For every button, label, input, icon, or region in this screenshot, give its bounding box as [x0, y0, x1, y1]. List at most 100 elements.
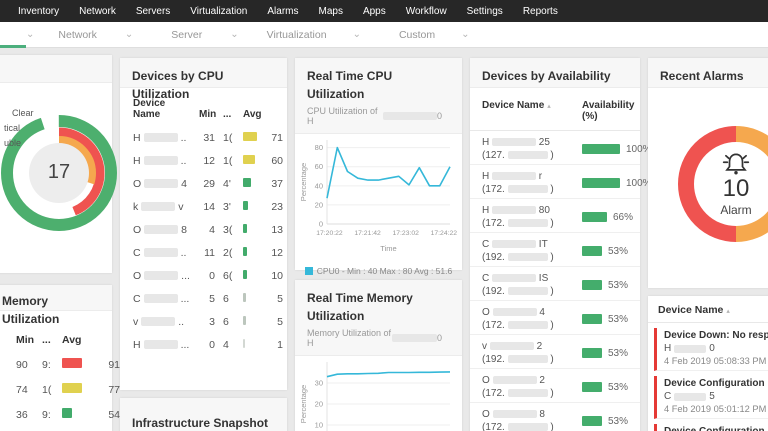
svg-text:17:24:22: 17:24:22 — [431, 230, 457, 237]
table-row[interactable]: O 4 29 4' 37 — [133, 172, 283, 195]
alarm-title: Device Configuration Backup — [664, 378, 768, 389]
table-row[interactable]: 74 1( 77 — [16, 377, 120, 402]
chevron-down-icon[interactable]: ⌄ — [26, 29, 34, 40]
table-row[interactable]: H ... 0 4 1 — [133, 333, 283, 356]
device-name[interactable]: C ... — [133, 293, 197, 305]
table-row[interactable]: O 8 (172. ) 53% — [470, 403, 640, 431]
table-row[interactable]: H .. 12 1( 60 — [133, 149, 283, 172]
device-name[interactable]: H 80 (172. ) — [482, 204, 582, 230]
top-nav: Inventory Network Servers Virtualization… — [0, 0, 768, 22]
device-name[interactable]: O 8 (172. ) — [482, 408, 582, 431]
device-name[interactable]: v .. — [133, 316, 197, 328]
device-name[interactable]: H .. — [133, 132, 197, 144]
table-row[interactable]: C ... 5 6 5 — [133, 287, 283, 310]
table-row[interactable]: H 25 (127. ) 100% — [470, 131, 652, 165]
alarm-list-item[interactable]: Device Configuration Backup C 5 4 Feb 20… — [654, 376, 768, 419]
availability-bar — [582, 314, 602, 324]
device-name[interactable]: H ... — [133, 339, 197, 351]
tab-server[interactable]: Server — [171, 29, 202, 41]
device-name[interactable]: v 2 (192. ) — [482, 340, 582, 366]
svg-text:Time: Time — [380, 244, 396, 253]
table-row[interactable]: v .. 3 6 5 — [133, 310, 283, 333]
redacted-text — [674, 392, 707, 401]
table-row[interactable]: C IS (192. ) 53% — [470, 267, 640, 301]
list-header-sortable[interactable]: Device Name ▴ — [648, 296, 768, 323]
nav-item[interactable]: Reports — [513, 6, 568, 17]
device-name[interactable]: O 8 — [133, 224, 197, 236]
table-row[interactable]: v 2 (192. ) 53% — [470, 335, 640, 369]
availability-bar — [582, 144, 620, 154]
nav-item[interactable]: Maps — [308, 6, 352, 17]
nav-item[interactable]: Alarms — [257, 6, 308, 17]
alarm-list-item[interactable]: Device Down: No response fro H 0 4 Feb 2… — [654, 328, 768, 371]
redacted-text — [507, 355, 548, 364]
tab-virtualization[interactable]: Virtualization — [267, 29, 327, 41]
panel-header: Infrastructure Snapshot — [120, 398, 287, 431]
table-row[interactable]: O 4 (172. ) 53% — [470, 301, 640, 335]
nav-item[interactable]: Workflow — [396, 6, 457, 17]
svg-text:17:23:02: 17:23:02 — [392, 230, 419, 237]
availability-bar — [582, 280, 602, 290]
nav-item[interactable]: Apps — [353, 6, 396, 17]
redacted-text — [143, 340, 178, 349]
device-name[interactable]: C IT (192. ) — [482, 238, 582, 264]
chevron-down-icon[interactable]: ⌄ — [230, 29, 238, 40]
nav-item[interactable]: Servers — [126, 6, 180, 17]
table-row[interactable]: O 2 (172. ) 53% — [470, 369, 640, 403]
avg-bar — [243, 269, 247, 279]
alarm-list-item[interactable]: Device Configuration Backup — [654, 424, 768, 431]
chevron-down-icon[interactable]: ⌄ — [461, 29, 469, 40]
col-max-truncated: ... — [223, 109, 232, 120]
svg-text:Percentage: Percentage — [299, 385, 308, 423]
svg-text:10: 10 — [315, 421, 323, 430]
device-name[interactable]: H 25 (127. ) — [482, 136, 582, 162]
device-name[interactable]: H r (172. ) — [482, 170, 582, 196]
svg-text:17:20:22: 17:20:22 — [316, 230, 343, 237]
alarm-title: Device Configuration Backup — [664, 426, 768, 431]
redacted-text — [391, 334, 437, 342]
nav-item[interactable]: Settings — [457, 6, 513, 17]
device-name[interactable]: O 4 (172. ) — [482, 306, 582, 332]
device-name[interactable]: H .. — [133, 155, 197, 167]
redacted-text — [143, 156, 178, 165]
tab-network[interactable]: Network — [58, 29, 97, 41]
panel-title: Memory Utilization — [2, 294, 60, 326]
avg-bar — [243, 131, 257, 141]
infrastructure-snapshot-panel: Infrastructure Snapshot — [120, 398, 287, 431]
device-name[interactable]: C IS (192. ) — [482, 272, 582, 298]
nav-item[interactable]: Virtualization — [180, 6, 257, 17]
chevron-down-icon[interactable]: ⌄ — [353, 29, 361, 40]
chevron-down-icon[interactable]: ⌄ — [125, 29, 133, 40]
col-device-name-sortable[interactable]: Device Name ▴ — [482, 100, 582, 122]
redacted-text — [144, 271, 179, 280]
bell-icon — [721, 150, 751, 176]
avg-bar — [243, 292, 246, 302]
memory-line-chart[interactable]: 010203017:20:2417:21:4417:23:0417:24:24P… — [297, 356, 457, 431]
avg-bar — [243, 338, 245, 348]
table-header-row: Device Name ▴ Availability (%) — [470, 88, 640, 131]
table-row[interactable]: H 80 (172. ) 66% — [470, 199, 640, 233]
device-name[interactable]: C .. — [133, 247, 197, 259]
table-row[interactable]: O 8 4 3( 13 — [133, 218, 283, 241]
table-row[interactable]: 90 9: 91 — [16, 352, 120, 377]
device-name[interactable]: O 4 — [133, 178, 197, 190]
device-name[interactable]: O 2 (172. ) — [482, 374, 582, 400]
nav-item[interactable]: Network — [69, 6, 126, 17]
table-row[interactable]: O ... 0 6( 10 — [133, 264, 283, 287]
table-row[interactable]: H r (172. ) 100% — [470, 165, 652, 199]
panel-header — [0, 55, 112, 83]
table-row[interactable]: H .. 31 1( 71 — [133, 126, 283, 149]
table-row[interactable]: C IT (192. ) 53% — [470, 233, 640, 267]
table-row[interactable]: 36 9: 54 — [16, 402, 120, 427]
table-row[interactable]: k v 14 3' 23 — [133, 195, 283, 218]
device-name[interactable]: O ... — [133, 270, 197, 282]
alarm-title: Device Down: No response fro — [664, 330, 768, 341]
table-row[interactable]: C .. 11 2( 12 — [133, 241, 283, 264]
table-row[interactable]: 5 — [16, 427, 112, 431]
cpu-line-chart[interactable]: 0 20 40 60 80 17:20:22 17:21:42 17:23:02 17:24:2… — [297, 134, 457, 262]
device-name[interactable]: k v — [133, 201, 197, 213]
tab-custom[interactable]: Custom — [399, 29, 435, 41]
col-avg: Avg — [62, 333, 82, 346]
avg-bar — [243, 315, 246, 325]
nav-item[interactable]: Inventory — [8, 6, 69, 17]
